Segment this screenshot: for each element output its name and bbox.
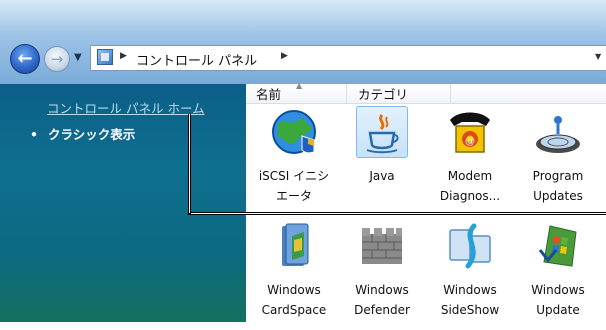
item-windows-defender[interactable]: Windows Defender (338, 220, 426, 330)
item-label: Windows Defender (354, 283, 410, 317)
item-label: iSCSI イニシ エータ (258, 169, 330, 203)
sort-ascending-icon: ▲ (296, 81, 303, 90)
modem-phone-icon: @ (444, 106, 496, 158)
callout-line (189, 114, 190, 213)
item-label: Modem Diagnos... (439, 169, 501, 203)
back-button[interactable]: ← (10, 44, 40, 74)
title-bar: ← → ▼ ▶ コントロール パネル ▶ ▼ (0, 0, 606, 84)
cardspace-icon (268, 220, 320, 272)
item-windows-update[interactable]: Windows Update (514, 220, 602, 330)
classic-view-label: クラシック表示 (48, 127, 136, 142)
item-iscsi-initiator[interactable]: iSCSI イニシ エータ (250, 106, 338, 216)
item-program-updates[interactable]: Program Updates (514, 106, 602, 216)
program-updates-icon (532, 106, 584, 158)
breadcrumb-control-panel[interactable]: コントロール パネル (136, 50, 257, 69)
item-label: Windows SideShow (440, 283, 500, 317)
forward-arrow-icon: → (50, 50, 64, 68)
task-pane (0, 84, 246, 322)
breadcrumb-separator-icon[interactable]: ▶ (281, 51, 288, 61)
item-label: Program Updates (532, 169, 584, 203)
item-label: Java (369, 169, 395, 183)
item-windows-cardspace[interactable]: Windows CardSpace (250, 220, 338, 330)
breadcrumb-separator-icon[interactable]: ▶ (120, 51, 127, 61)
forward-button[interactable]: → (44, 46, 70, 72)
recent-pages-dropdown[interactable]: ▼ (74, 52, 82, 63)
item-modem-diagnostics[interactable]: @ Modem Diagnos... (426, 106, 514, 216)
item-label: Windows Update (531, 283, 585, 317)
defender-wall-icon (356, 220, 408, 272)
address-dropdown-icon[interactable]: ▼ (595, 52, 601, 61)
classic-view-item[interactable]: • クラシック表示 (30, 124, 135, 143)
address-bar[interactable]: ▶ コントロール パネル ▶ ▼ (90, 45, 606, 71)
column-divider[interactable] (346, 84, 347, 104)
item-java[interactable]: Java (338, 106, 426, 216)
column-header-name[interactable]: 名前 (256, 84, 281, 103)
column-header-bar: 名前 ▲ カテゴリ (246, 81, 606, 104)
iscsi-globe-icon (268, 106, 320, 158)
java-cup-icon (356, 106, 408, 158)
column-header-category[interactable]: カテゴリ (358, 84, 408, 103)
bullet-icon: • (30, 127, 38, 142)
control-panel-home-link[interactable]: コントロール パネル ホーム (47, 98, 205, 117)
windows-update-icon (532, 220, 584, 272)
item-label: Windows CardSpace (261, 283, 327, 317)
sideshow-icon (444, 220, 496, 272)
callout-line (191, 213, 606, 214)
back-arrow-icon: ← (17, 48, 33, 69)
control-panel-icon (97, 49, 113, 65)
item-windows-sideshow[interactable]: Windows SideShow (426, 220, 514, 330)
column-divider[interactable] (450, 84, 451, 104)
svg-text:@: @ (465, 136, 475, 147)
